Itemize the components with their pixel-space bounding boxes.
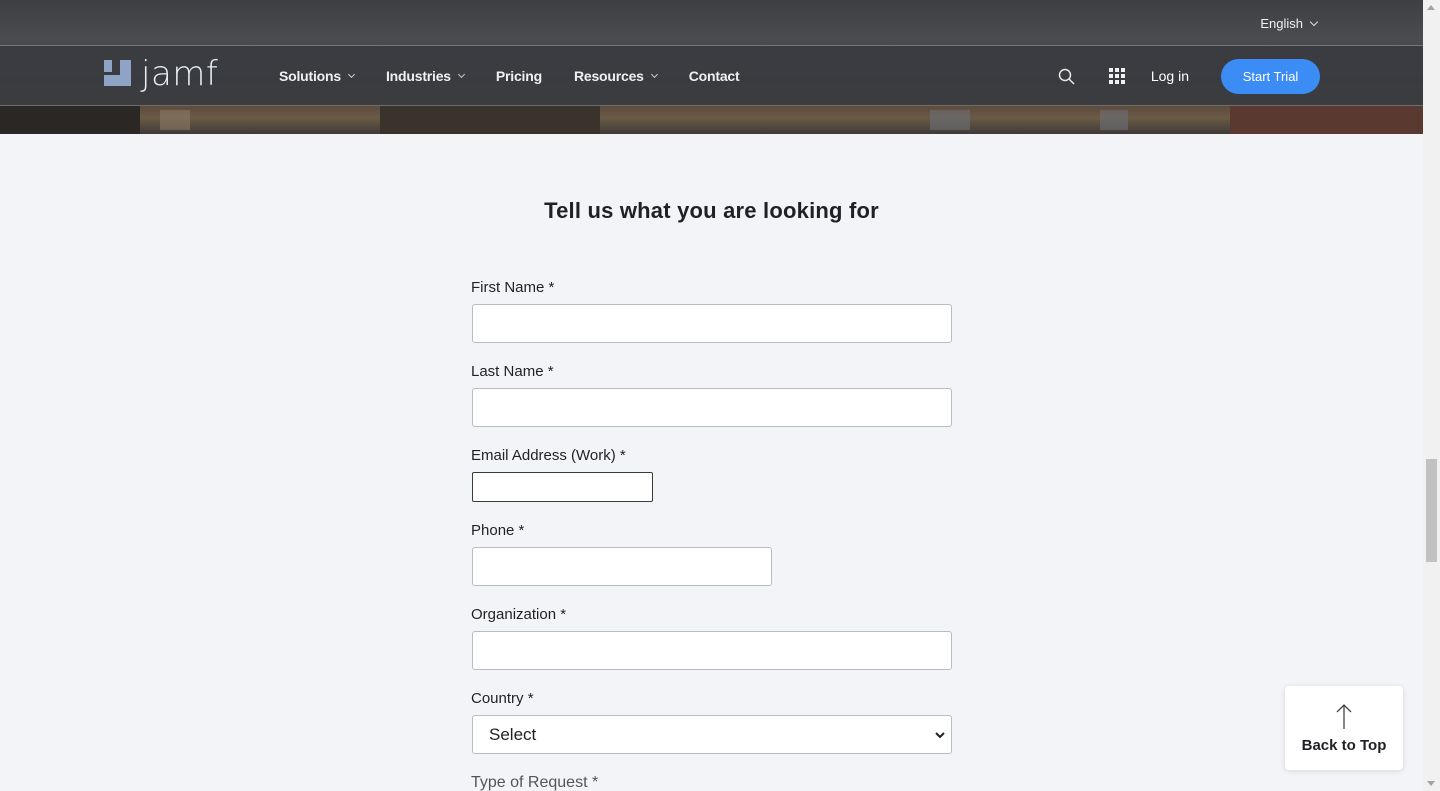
apps-grid-icon <box>1108 68 1125 84</box>
nav-links: Solutions Industries Pricing Resources C… <box>279 46 771 106</box>
nav-item-label: Pricing <box>495 68 542 84</box>
back-to-top-button[interactable]: Back to Top <box>1285 686 1403 770</box>
start-trial-button[interactable]: Start Trial <box>1221 58 1320 94</box>
phone-label: Phone * <box>471 522 525 539</box>
search-icon <box>1058 68 1075 85</box>
background-window <box>160 110 190 130</box>
language-selector[interactable]: English <box>1260 16 1319 31</box>
main-navigation: jamf Solutions Industries Pricing Resour… <box>0 46 1423 106</box>
phone-field[interactable] <box>472 547 772 586</box>
background-window <box>930 110 970 130</box>
background-building <box>0 106 140 134</box>
utility-bar: English <box>0 0 1423 46</box>
logo-wordmark: jamf <box>141 54 219 94</box>
chevron-down-icon <box>347 70 356 78</box>
country-label: Country * <box>471 690 534 707</box>
organization-field[interactable] <box>472 631 952 670</box>
arrow-up-icon <box>1336 704 1352 729</box>
nav-actions: Log in Start Trial <box>1058 46 1320 106</box>
chevron-down-icon <box>1309 17 1319 26</box>
nav-item-solutions[interactable]: Solutions <box>279 68 356 84</box>
first-name-label: First Name * <box>471 279 555 296</box>
chevron-down-icon <box>457 70 465 78</box>
nav-item-label: Contact <box>688 68 740 84</box>
nav-item-label: Resources <box>573 68 644 84</box>
jamf-logo[interactable]: jamf <box>103 57 218 91</box>
nav-item-contact[interactable]: Contact <box>689 68 740 84</box>
first-name-field[interactable] <box>472 304 952 343</box>
form-heading: Tell us what you are looking for <box>544 198 879 223</box>
scrollbar-thumb[interactable] <box>1426 459 1437 562</box>
request-type-label: Type of Request * <box>471 774 599 791</box>
last-name-label: Last Name * <box>471 363 554 380</box>
nav-item-pricing[interactable]: Pricing <box>496 68 542 84</box>
login-link[interactable]: Log in <box>1151 68 1189 84</box>
nav-item-resources[interactable]: Resources <box>573 68 658 84</box>
scroll-up-arrow-icon[interactable] <box>1427 5 1435 10</box>
apps-menu-button[interactable] <box>1108 68 1125 84</box>
last-name-field[interactable] <box>472 388 952 427</box>
organization-label: Organization * <box>471 606 567 623</box>
nav-item-label: Solutions <box>279 68 341 84</box>
nav-item-industries[interactable]: Industries <box>385 68 465 84</box>
country-select-value: Select <box>489 724 537 744</box>
nav-item-label: Industries <box>385 68 451 84</box>
chevron-down-icon <box>650 70 658 78</box>
country-select[interactable]: Select <box>472 715 952 754</box>
back-to-top-label: Back to Top <box>1301 737 1387 754</box>
email-field[interactable] <box>472 472 653 502</box>
search-button[interactable] <box>1058 68 1075 85</box>
language-label: English <box>1260 16 1303 31</box>
background-building <box>380 106 600 134</box>
background-building <box>1230 106 1423 134</box>
page-scrollbar[interactable] <box>1423 0 1440 791</box>
email-label: Email Address (Work) * <box>471 447 626 464</box>
chevron-down-icon <box>935 732 945 739</box>
scroll-down-arrow-icon[interactable] <box>1427 781 1435 786</box>
jamf-logo-mark-icon <box>104 60 131 86</box>
background-window <box>1100 110 1128 130</box>
